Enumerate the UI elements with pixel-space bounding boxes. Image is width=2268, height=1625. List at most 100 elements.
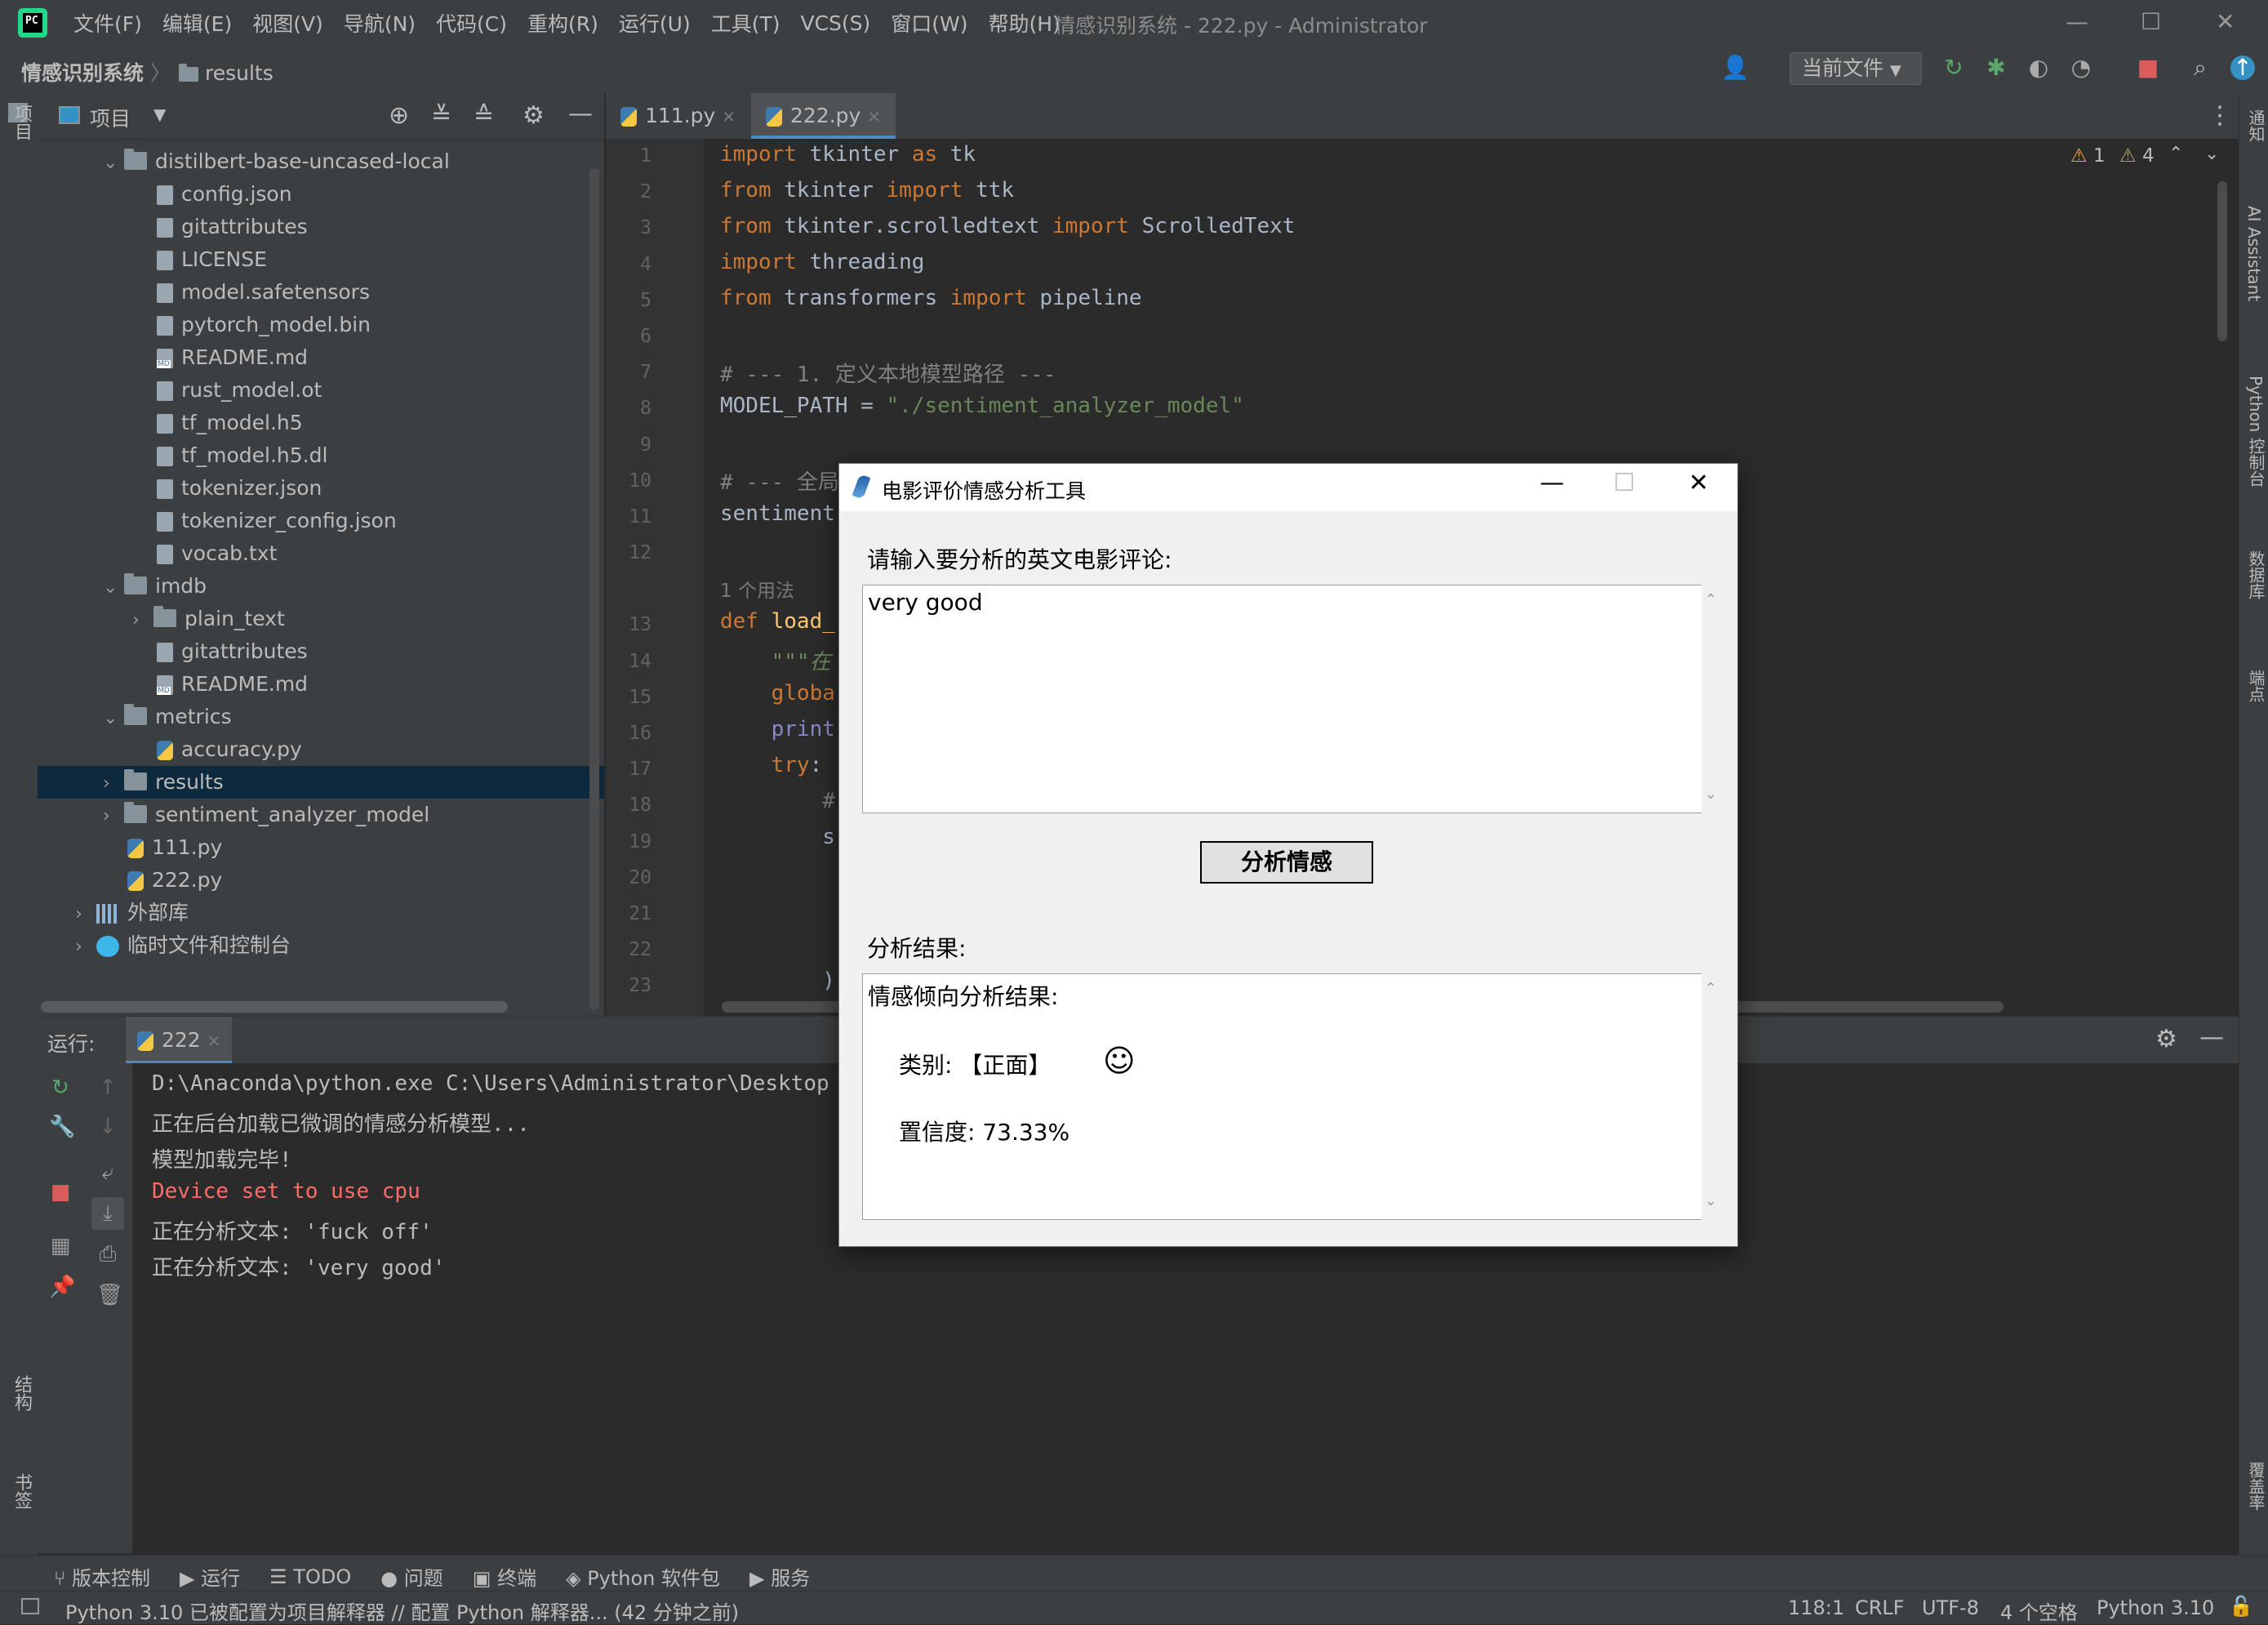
cursor-position[interactable]: 118:1 (1788, 1596, 1844, 1619)
tree-item[interactable]: rust_model.ot (38, 374, 604, 407)
code-line[interactable]: # (720, 789, 835, 813)
menu-item[interactable]: 视图(V) (252, 8, 323, 38)
usage-hint[interactable]: 1 个用法 (720, 575, 794, 603)
code-line[interactable]: from transformers import pipeline (720, 286, 1142, 310)
tree-vertical-scrollbar[interactable] (589, 168, 599, 1009)
interpreter-selector[interactable]: Python 3.10 (2097, 1596, 2214, 1619)
more-tabs-icon[interactable]: ⋮ (2208, 101, 2232, 130)
code-line[interactable]: from tkinter import ttk (720, 178, 1014, 203)
editor-vertical-scrollbar[interactable] (2217, 181, 2227, 341)
menu-item[interactable]: 导航(N) (344, 8, 416, 38)
code-line[interactable]: import threading (720, 250, 924, 274)
tool-window-button[interactable]: ⑂ 版本控制 (54, 1562, 150, 1591)
line-number[interactable]: 18 (606, 795, 651, 816)
python-console-tool-label[interactable]: Python 控制台 (2244, 376, 2268, 487)
tree-item[interactable]: › 临时文件和控制台 (38, 929, 604, 962)
soft-wrap-icon[interactable]: ⤶ (96, 1161, 119, 1184)
chevron-right-icon[interactable]: › (103, 768, 124, 800)
endpoints-tool-label[interactable]: 端点 (2244, 670, 2268, 702)
close-tab-icon[interactable]: ✕ (722, 107, 736, 127)
tree-item[interactable]: 222.py (38, 864, 604, 897)
code-line[interactable]: try: (720, 753, 823, 777)
menu-item[interactable]: 帮助(H) (989, 8, 1061, 38)
tree-item[interactable]: tf_model.h5.dl (38, 439, 604, 472)
status-message[interactable]: Python 3.10 已被配置为项目解释器 // 配置 Python 解释器.… (65, 1596, 739, 1625)
code-line[interactable]: import tkinter as tk (720, 142, 976, 167)
wrench-icon[interactable]: 🔧 (49, 1115, 75, 1138)
chevron-right-icon[interactable]: › (103, 800, 124, 833)
scroll-down-icon[interactable]: ⌄ (1705, 1192, 1717, 1209)
menu-item[interactable]: 工具(T) (711, 8, 780, 38)
code-line[interactable]: ) (720, 968, 835, 993)
dialog-minimize-icon[interactable]: — (1540, 469, 1564, 497)
tree-item[interactable]: gitattributes (38, 211, 604, 243)
collapse-all-icon[interactable]: ≙ (474, 101, 494, 130)
code-line[interactable]: # --- 全局 (720, 465, 839, 496)
dialog-maximize-icon[interactable]: ☐ (1613, 469, 1635, 497)
tree-item[interactable]: accuracy.py (38, 733, 604, 766)
line-number[interactable]: 15 (606, 687, 651, 708)
close-tab-icon[interactable]: ✕ (207, 1031, 221, 1051)
input-scrollbar[interactable]: ⌃ ⌄ (1701, 585, 1726, 813)
project-view-title[interactable]: 项目 (90, 103, 131, 132)
line-number[interactable]: 13 (606, 614, 651, 635)
lock-icon[interactable]: 🔓 (2229, 1595, 2253, 1618)
line-number[interactable]: 1 (606, 145, 651, 167)
chevron-up-icon[interactable]: ⌃ (2168, 144, 2183, 164)
warning-indicator-icon[interactable]: ⚠ 4 (2119, 145, 2155, 167)
gear-icon[interactable]: ⚙ (2155, 1025, 2177, 1053)
user-icon[interactable]: 👤 (1721, 56, 1750, 80)
scroll-up-icon[interactable]: ⌃ (1705, 980, 1717, 997)
coverage-icon[interactable]: ◐ (2026, 56, 2051, 80)
tool-window-button[interactable]: ● 问题 (380, 1562, 443, 1591)
tree-item[interactable]: model.safetensors (38, 276, 604, 309)
chevron-right-icon[interactable]: › (75, 898, 96, 931)
code-line[interactable]: s (720, 825, 835, 849)
tree-item[interactable]: gitattributes (38, 635, 604, 668)
menu-item[interactable]: 重构(R) (527, 8, 598, 38)
menu-item[interactable]: VCS(S) (800, 11, 870, 35)
line-number[interactable]: 2 (606, 181, 651, 203)
tree-item[interactable]: › sentiment_analyzer_model (38, 799, 604, 831)
chevron-right-icon[interactable]: › (132, 604, 153, 637)
maximize-icon[interactable]: ☐ (2141, 8, 2161, 35)
line-number[interactable]: 7 (606, 362, 651, 383)
code-line[interactable]: sentiment (720, 501, 835, 526)
indent-setting[interactable]: 4 个空格 (2000, 1596, 2078, 1625)
pin-icon[interactable]: 📌 (49, 1276, 75, 1298)
notifications-tool-label[interactable]: 通知 (2244, 109, 2268, 142)
line-number[interactable]: 5 (606, 290, 651, 311)
line-number[interactable]: 9 (606, 434, 651, 456)
bookmarks-tool-label[interactable]: 书签 (8, 1473, 34, 1509)
chevron-down-icon[interactable]: ⌄ (2204, 144, 2219, 164)
chevron-down-icon[interactable]: ⌄ (103, 702, 124, 735)
rerun-icon[interactable]: ↻ (49, 1076, 72, 1099)
line-number[interactable]: 6 (606, 326, 651, 347)
line-number[interactable]: 14 (606, 651, 651, 672)
rerun-icon[interactable]: ↻ (1941, 56, 1966, 80)
tree-item[interactable]: LICENSE (38, 243, 604, 276)
analyze-button[interactable]: 分析情感 (1200, 841, 1373, 884)
result-scrollbar[interactable]: ⌃ ⌄ (1701, 973, 1726, 1220)
tree-item[interactable]: README.md (38, 668, 604, 701)
chevron-down-icon[interactable]: ⌄ (103, 147, 124, 180)
scroll-to-end-icon[interactable]: ⤓ (91, 1197, 124, 1230)
breadcrumb-folder[interactable]: results (205, 61, 273, 85)
result-output[interactable]: 情感倾向分析结果: 类别: 【正面】 ☺ 置信度: 73.33% (862, 973, 1708, 1220)
error-indicator-icon[interactable]: ⚠ 1 (2070, 145, 2106, 167)
database-tool-label[interactable]: 数据库 (2244, 550, 2268, 599)
tree-item[interactable]: ⌄ distilbert-base-uncased-local (38, 145, 604, 178)
run-tab-222[interactable]: 222 ✕ (126, 1017, 233, 1064)
stop-icon[interactable]: ■ (2136, 56, 2160, 80)
gear-icon[interactable]: ⚙ (523, 101, 545, 130)
code-line[interactable]: # --- 1. 定义本地模型路径 --- (720, 358, 1056, 388)
tree-item[interactable]: tokenizer_config.json (38, 505, 604, 537)
line-number[interactable]: 3 (606, 217, 651, 238)
line-number[interactable]: 20 (606, 867, 651, 888)
close-tab-icon[interactable]: ✕ (867, 107, 881, 127)
layout-icon[interactable]: ▦ (49, 1235, 72, 1258)
search-icon[interactable]: ⌕ (2188, 56, 2212, 80)
ai-assistant-tool-label[interactable]: AI Assistant (2244, 206, 2264, 301)
line-number[interactable]: 19 (606, 831, 651, 853)
stop-icon[interactable]: ■ (49, 1181, 72, 1204)
